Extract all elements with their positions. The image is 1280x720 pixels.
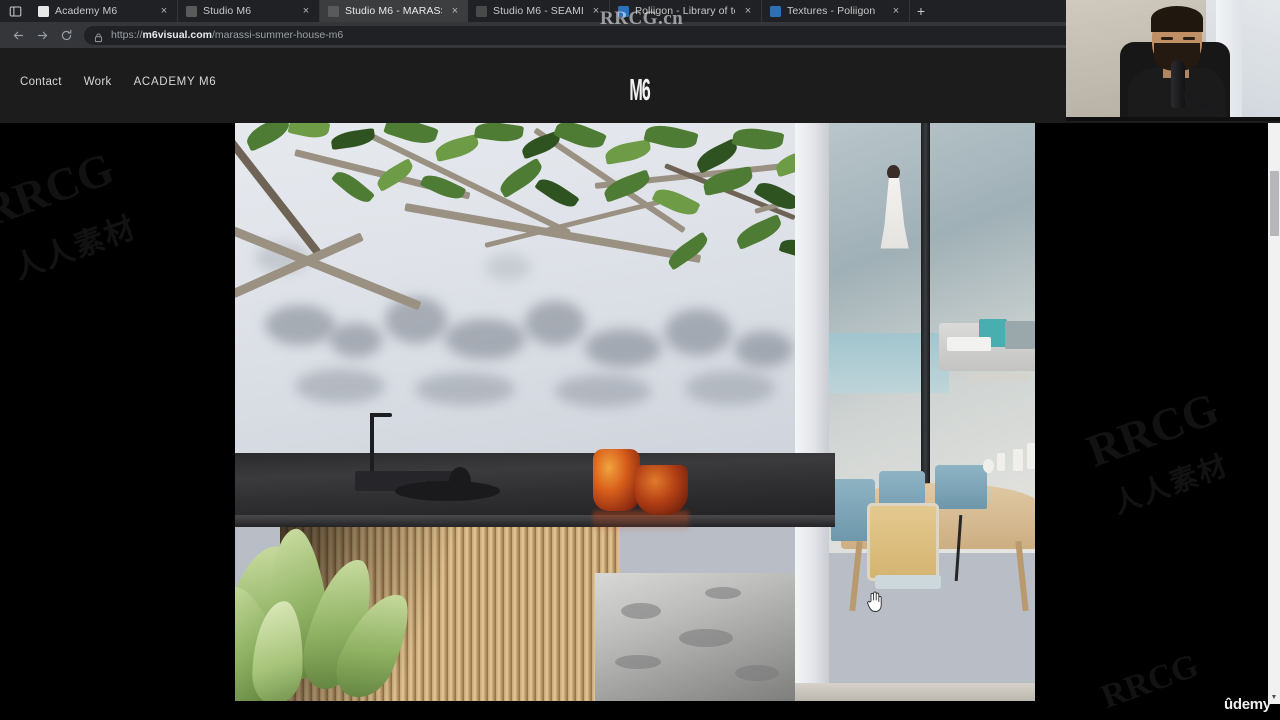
studio-m6-favicon bbox=[328, 5, 339, 17]
mouse-cursor bbox=[866, 591, 884, 613]
site-logo-text: M6 bbox=[629, 72, 651, 107]
browser-tab-0[interactable]: Academy M6 × bbox=[30, 0, 178, 22]
instructor-webcam-overlay bbox=[1066, 0, 1280, 121]
browser-tab-title: Studio M6 bbox=[203, 5, 252, 17]
url-domain: m6visual.com bbox=[142, 29, 212, 41]
watermark-tile: RRCG bbox=[1096, 647, 1204, 717]
render-pool bbox=[829, 333, 949, 393]
url-scheme: https:// bbox=[111, 29, 143, 41]
watermark-tile: RRCG bbox=[0, 142, 121, 237]
page-scrollbar[interactable]: ▼ bbox=[1268, 123, 1280, 704]
watermark-rrcg-top: RRCG.cn bbox=[600, 8, 684, 29]
scrollbar-thumb[interactable] bbox=[1270, 171, 1279, 236]
browser-tab-title: Studio M6 - SEAMLESS I M6 bbox=[493, 5, 583, 17]
studio-m6-favicon bbox=[186, 5, 197, 17]
render-stone-block bbox=[595, 573, 795, 701]
browser-tab-2[interactable]: Studio M6 - MARASSI SUMMER × bbox=[320, 0, 468, 22]
close-icon[interactable]: × bbox=[157, 4, 171, 18]
project-hero-image[interactable] bbox=[235, 123, 1035, 701]
render-amber-vessel-left bbox=[593, 449, 640, 511]
reload-icon[interactable] bbox=[54, 23, 78, 47]
render-faucet bbox=[370, 413, 374, 471]
render-figure-woman bbox=[877, 165, 911, 265]
browser-tab-title: Academy M6 bbox=[55, 5, 118, 17]
page-content: RRCG 人人素材 RRCG 人人素材 RRCG RRCG 人人素材 bbox=[0, 123, 1268, 720]
watermark-tile-cn: 人人素材 bbox=[9, 210, 141, 286]
close-icon[interactable]: × bbox=[299, 4, 313, 18]
watermark-tile: RRCG bbox=[1080, 382, 1226, 477]
render-foreground-plant bbox=[235, 527, 425, 701]
screen: Academy M6×Studio M6×Studio M6 - MARASSI… bbox=[0, 0, 1280, 720]
close-icon[interactable]: × bbox=[741, 4, 755, 18]
render-serving-tray bbox=[395, 481, 500, 501]
academy-m6-favicon bbox=[38, 5, 49, 17]
browser-tab-5[interactable]: Textures - Poliigon × bbox=[762, 0, 910, 22]
render-amber-vessel-right bbox=[635, 465, 688, 515]
url-text: https://m6visual.com/marassi-summer-hous… bbox=[111, 29, 343, 41]
back-arrow-icon[interactable] bbox=[6, 23, 30, 47]
microphone-icon bbox=[1171, 60, 1185, 108]
render-rattan-chair bbox=[867, 503, 939, 581]
browser-tab-title: Textures - Poliigon bbox=[787, 5, 876, 17]
tab-list-icon[interactable] bbox=[0, 0, 30, 22]
forward-arrow-icon[interactable] bbox=[30, 23, 54, 47]
studio-m6-favicon bbox=[476, 5, 487, 17]
poliigon-favicon bbox=[770, 5, 781, 17]
udemy-watermark: ûdemy bbox=[1224, 696, 1271, 713]
new-tab-button[interactable]: + bbox=[910, 0, 932, 22]
browser-tab-title: Studio M6 - MARASSI SUMMER bbox=[345, 5, 442, 17]
close-icon[interactable]: × bbox=[448, 4, 462, 18]
browser-tab-1[interactable]: Studio M6 × bbox=[178, 0, 320, 22]
url-path: /marassi-summer-house-m6 bbox=[211, 29, 344, 41]
close-icon[interactable]: × bbox=[889, 4, 903, 18]
padlock-icon bbox=[93, 30, 104, 42]
browser-tab-3[interactable]: Studio M6 - SEAMLESS I M6× bbox=[468, 0, 610, 22]
watermark-tile-cn: 人人素材 bbox=[1108, 449, 1233, 520]
